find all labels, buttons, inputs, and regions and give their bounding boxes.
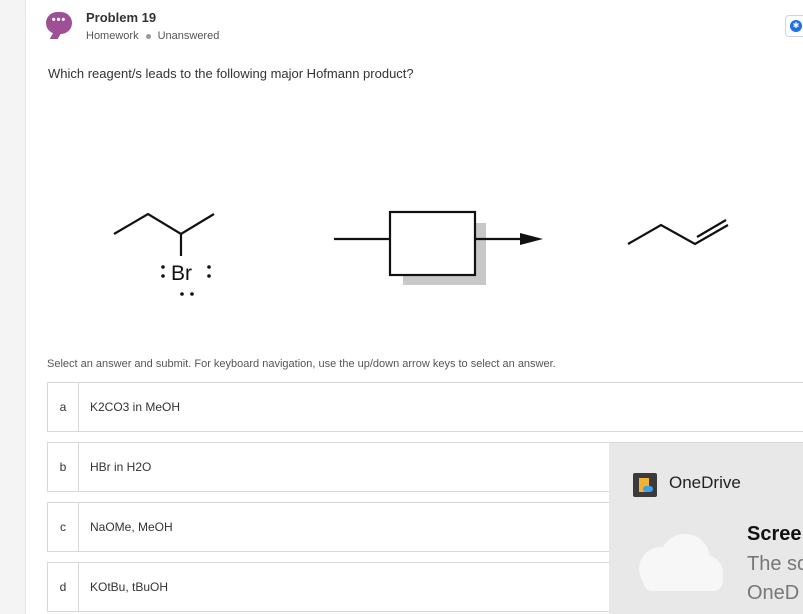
lone-pair-dot [207,265,211,269]
option-text: K2CO3 in MeOH [90,400,181,414]
option-text: KOtBu, tBuOH [90,580,169,594]
reagent-answer-box [388,210,477,277]
badge-icon: ✱ [790,20,802,32]
reactant-skeleton [113,212,215,236]
notification-body-line: The sc [747,553,803,575]
reaction-scheme: Br [113,210,729,296]
option-text: NaOMe, MeOH [90,520,173,534]
option-letter: d [48,563,79,611]
lone-pair-dot [161,274,165,278]
onedrive-notification[interactable]: OneDrive Scree The sc OneD [609,443,803,614]
onedrive-icon [633,473,657,497]
arrow-head-icon [520,233,543,245]
lone-pair-dot [207,274,211,278]
answer-instruction: Select an answer and submit. For keyboar… [47,358,556,370]
bromine-label: Br [171,262,192,285]
problem-category: Homework [86,30,139,42]
cloud-icon [639,534,723,591]
option-text: HBr in H2O [90,460,152,474]
separator-dot [145,33,151,39]
option-letter: b [48,443,79,491]
notification-app-name: OneDrive [669,473,741,492]
corner-action-button[interactable]: ✱ [785,15,803,37]
notification-body-line: OneD [747,582,800,604]
option-letter: a [48,383,79,431]
lone-pair-dot [161,265,165,269]
answer-option-a[interactable]: a K2CO3 in MeOH [47,382,803,432]
problem-meta: Homework Unanswered [86,30,219,42]
problem-chat-icon: ••• [46,12,72,34]
problem-title: Problem 19 [86,10,157,25]
option-letter: c [48,503,79,551]
lone-pair-dot [190,292,194,296]
lone-pair-dot [180,292,184,296]
question-text: Which reagent/s leads to the following m… [48,66,414,81]
problem-status: Unanswered [157,30,220,42]
notification-heading: Scree [747,523,802,545]
